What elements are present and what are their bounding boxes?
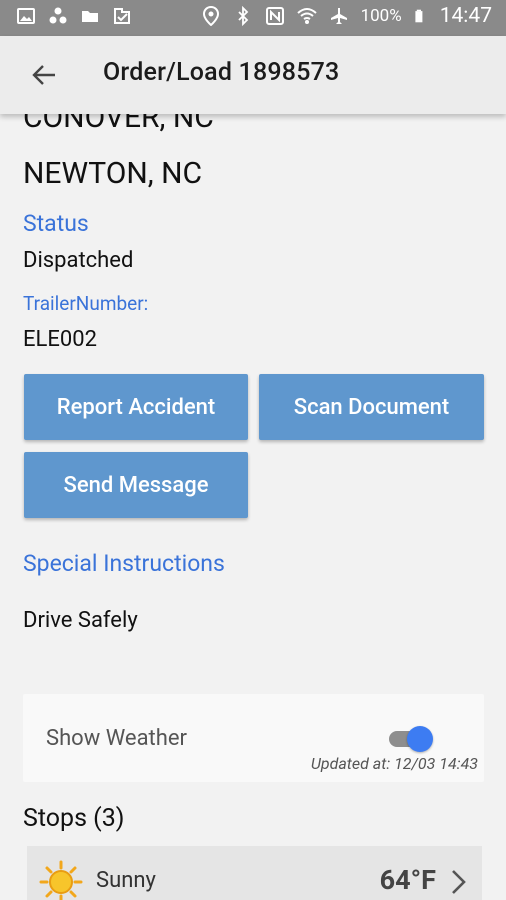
trailer-number-label: TrailerNumber: [23, 292, 149, 315]
airplane-icon [330, 8, 347, 24]
weather-temperature: 64°F [379, 864, 436, 896]
destination-city: NEWTON, NC [23, 156, 203, 191]
sun-icon [39, 860, 83, 900]
show-weather-toggle[interactable] [389, 724, 435, 754]
weather-stop-row[interactable]: Sunny 64°F [27, 846, 482, 900]
send-message-button[interactable]: Send Message [24, 452, 248, 518]
folder-icon [82, 11, 98, 22]
chevron-right-icon [452, 870, 466, 894]
origin-city: CONOVER, NC [23, 114, 214, 135]
page-title: Order/Load 1898573 [103, 58, 340, 87]
scan-document-button[interactable]: Scan Document [259, 374, 484, 440]
gallery-icon [17, 8, 35, 24]
show-weather-label: Show Weather [46, 726, 187, 751]
stops-heading: Stops (3) [23, 804, 125, 833]
nfc-icon [265, 7, 284, 25]
status-bar: 100% 14:47 [0, 0, 506, 36]
battery-percentage: 100% [360, 6, 402, 26]
battery-icon [415, 9, 423, 23]
toggle-thumb [407, 726, 433, 752]
special-instructions-value: Drive Safely [23, 608, 138, 633]
back-arrow-icon[interactable] [30, 60, 60, 90]
special-instructions-label: Special Instructions [23, 550, 225, 577]
status-label: Status [23, 210, 89, 237]
task-icon [114, 8, 130, 24]
report-accident-button[interactable]: Report Accident [24, 374, 248, 440]
app-bar: Order/Load 1898573 [0, 36, 506, 114]
status-value: Dispatched [23, 248, 134, 273]
weather-condition: Sunny [96, 868, 156, 893]
trailer-number-value: ELE002 [23, 327, 97, 352]
order-details: CONOVER, NC NEWTON, NC Status Dispatched… [0, 114, 506, 900]
clock: 14:47 [439, 4, 492, 28]
weather-card: Show Weather Updated at: 12/03 14:43 [23, 694, 484, 782]
wifi-icon [296, 8, 317, 24]
bluetooth-icon [237, 6, 248, 26]
weather-updated-timestamp: Updated at: 12/03 14:43 [310, 754, 478, 773]
share-icon [49, 7, 67, 24]
location-icon [202, 6, 219, 26]
